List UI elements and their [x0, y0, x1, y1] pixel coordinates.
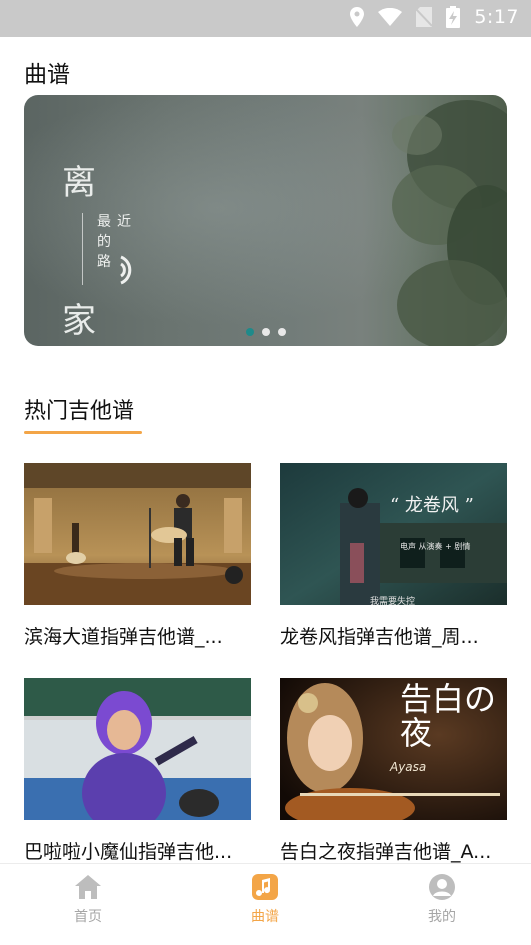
- card-thumbnail[interactable]: [24, 463, 251, 605]
- carousel-dot[interactable]: [246, 328, 254, 336]
- banner-subtitle-right: 近: [117, 214, 131, 230]
- banner-subtitle-left: 最的路: [97, 214, 111, 270]
- card-caption[interactable]: 巴啦啦小魔仙指弹吉他...: [24, 837, 251, 864]
- location-icon: [350, 7, 365, 27]
- page-title: 曲谱: [24, 62, 70, 88]
- tab-home[interactable]: 首页: [28, 874, 148, 926]
- banner-trees-image: [392, 100, 507, 346]
- card-thumbnail[interactable]: [24, 678, 251, 820]
- status-bar: 5:17: [0, 0, 531, 37]
- home-icon: [75, 875, 101, 899]
- score-card[interactable]: 告白の夜 Ayasa 告白之夜指弹吉他谱_A...: [280, 678, 507, 864]
- card-caption[interactable]: 龙卷风指弹吉他谱_周...: [280, 622, 507, 649]
- card-thumbnail[interactable]: 告白の夜 Ayasa: [280, 678, 507, 820]
- card-overlay-artist: Ayasa: [390, 760, 427, 774]
- tab-label: 首页: [74, 909, 102, 925]
- user-icon: [429, 874, 455, 900]
- carousel-dot[interactable]: [262, 328, 270, 336]
- battery-charging-icon: [446, 6, 461, 28]
- section-title: 热门吉他谱: [24, 399, 135, 424]
- card-overlay-lyric: 我需要失控: [370, 597, 416, 605]
- card-caption[interactable]: 滨海大道指弹吉他谱_...: [24, 622, 251, 649]
- sound-wave-icon: [120, 255, 132, 285]
- concert-stage-image: [24, 463, 251, 605]
- tab-mine[interactable]: 我的: [382, 874, 502, 926]
- tab-label: 曲谱: [251, 909, 279, 925]
- tab-label: 我的: [428, 909, 456, 925]
- score-card[interactable]: 巴啦啦小魔仙指弹吉他...: [24, 678, 251, 864]
- wifi-icon: [378, 8, 403, 26]
- music-video-image: [280, 463, 507, 605]
- banner-title-char-2: 家: [62, 301, 96, 341]
- banner-carousel[interactable]: 离 家 最的路 近: [24, 95, 507, 346]
- banner-title-char-1: 离: [62, 163, 96, 203]
- card-caption[interactable]: 告白之夜指弹吉他谱_A...: [280, 837, 507, 864]
- card-overlay-subtitle: 电声 从演奏 + 剧情: [400, 542, 471, 551]
- tab-scores[interactable]: 曲谱: [205, 874, 325, 926]
- card-overlay-title: 告白の夜: [400, 680, 497, 752]
- score-card[interactable]: “ 龙卷风 ” 电声 从演奏 + 剧情 我需要失控 龙卷风指弹吉他谱_周...: [280, 463, 507, 649]
- carousel-dots: [246, 328, 286, 336]
- bottom-tab-bar: 首页 曲谱 我的: [0, 863, 531, 945]
- music-note-icon: [252, 874, 278, 900]
- score-card[interactable]: 滨海大道指弹吉他谱_...: [24, 463, 251, 649]
- section-underline: [24, 431, 142, 434]
- banner-divider: [82, 213, 83, 285]
- card-overlay-title: “ 龙卷风 ”: [390, 495, 474, 516]
- no-sim-icon: [416, 7, 433, 27]
- card-thumbnail[interactable]: “ 龙卷风 ” 电声 从演奏 + 剧情 我需要失控: [280, 463, 507, 605]
- status-time: 5:17: [474, 6, 519, 28]
- violinist-girl-image: [24, 678, 251, 820]
- carousel-dot[interactable]: [278, 328, 286, 336]
